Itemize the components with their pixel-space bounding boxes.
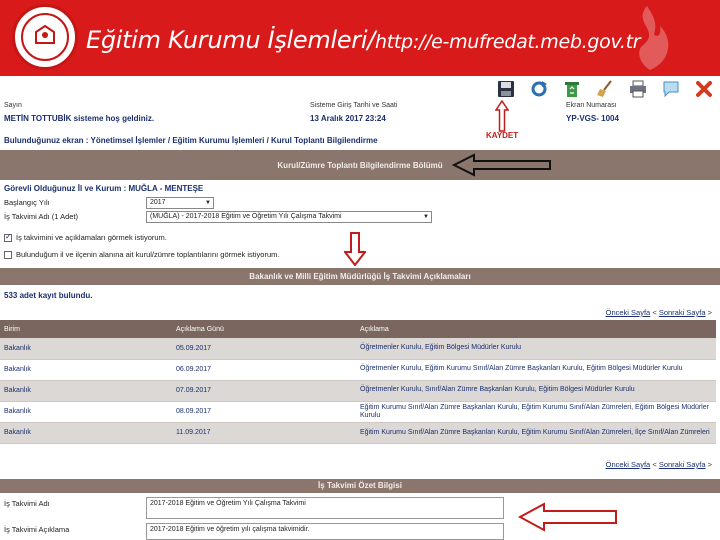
cell-desc: Eğitim Kurumu Sınıf/Alan Zümre Başkanlar… <box>356 422 716 444</box>
pager-tail: > <box>707 460 712 469</box>
recycle-icon <box>565 82 579 97</box>
recycle-button[interactable] <box>562 79 582 99</box>
cell-date: 05.09.2017 <box>172 338 356 360</box>
chevron-down-icon: ▼ <box>205 200 211 206</box>
header-title-text: Eğitim Kurumu İşlemleri/ <box>86 26 376 54</box>
start-year-select[interactable]: 2017 ▼ <box>146 197 214 209</box>
print-button[interactable] <box>628 79 648 99</box>
save-caption: KAYDET <box>486 131 519 140</box>
cell-unit: Bakanlık <box>0 380 172 402</box>
header-title: Eğitim Kurumu İşlemleri/http://e-mufreda… <box>86 26 641 54</box>
cell-desc: Öğretmenler Kurulu, Sınıf/Alan Zümre Baş… <box>356 380 716 402</box>
header-banner: Eğitim Kurumu İşlemleri/http://e-mufreda… <box>0 0 720 76</box>
cell-unit: Bakanlık <box>0 359 172 381</box>
cell-desc: Öğretmenler Kurulu, Eğitim Bölgesi Müdür… <box>356 338 716 360</box>
cell-date: 08.09.2017 <box>172 401 356 423</box>
col-header-desc[interactable]: Açıklama <box>356 320 716 338</box>
start-year-value: 2017 <box>150 199 166 206</box>
list-section-title: Bakanlık ve Milli Eğitim Müdürlüğü İş Ta… <box>249 272 471 281</box>
screen-number-label: Ekran Numarası <box>566 102 617 109</box>
greeting-value: METİN TOTTUBİK sisteme hoş geldiniz. <box>4 114 155 123</box>
summary-title: İş Takvimi Özet Bilgisi <box>318 481 402 490</box>
checkbox-row-2[interactable]: Bulunduğum il ve ilçenin alanına ait kur… <box>4 250 280 260</box>
cell-date: 11.09.2017 <box>172 422 356 444</box>
next-page-link[interactable]: Sonraki Sayfa <box>659 308 706 317</box>
section-title-bar: Kurul/Zümre Toplantı Bilgilendirme Bölüm… <box>0 150 720 180</box>
pager-sep: < <box>652 460 657 469</box>
clear-button[interactable] <box>595 79 615 99</box>
app-area: Sayın METİN TOTTUBİK sisteme hoş geldini… <box>0 76 720 540</box>
up-arrow-annotation <box>495 100 509 132</box>
table-row[interactable]: Bakanlık 07.09.2017 Öğretmenler Kurulu, … <box>0 380 716 402</box>
save-icon <box>498 81 514 97</box>
pager-top: Önceki Sayfa < Sonraki Sayfa > <box>606 308 712 317</box>
breadcrumb: Bulunduğunuz ekran : Yönetimsel İşlemler… <box>4 136 378 145</box>
pager-sep: < <box>652 308 657 317</box>
col-header-unit[interactable]: Birim <box>0 320 172 338</box>
cell-unit: Bakanlık <box>0 338 172 360</box>
meb-logo <box>12 4 78 70</box>
col-header-date[interactable]: Açıklama Günü <box>172 320 356 338</box>
show-local-meetings-label: Bulunduğum il ve ilçenin alanına ait kur… <box>16 250 280 259</box>
table-header-row: Birim Açıklama Günü Açıklama <box>0 320 716 338</box>
table-row[interactable]: Bakanlık 06.09.2017 Öğretmenler Kurulu, … <box>0 359 716 381</box>
login-label: Sisteme Giriş Tarihi ve Saati <box>310 102 398 109</box>
calendar-value: (MUĞLA) - 2017-2018 Eğitim ve Öğretim Yı… <box>150 213 342 220</box>
cell-date: 06.09.2017 <box>172 359 356 381</box>
toolbar <box>496 78 714 100</box>
down-arrow-annotation <box>344 232 366 266</box>
pager-bottom: Önceki Sayfa < Sonraki Sayfa > <box>606 460 712 469</box>
close-icon <box>696 81 712 97</box>
calendar-table: Birim Açıklama Günü Açıklama Bakanlık 05… <box>0 320 716 444</box>
table-row[interactable]: Bakanlık 05.09.2017 Öğretmenler Kurulu, … <box>0 338 716 360</box>
left-arrow-annotation-2 <box>518 502 617 532</box>
save-button[interactable] <box>496 79 516 99</box>
show-calendar-label: İş takvimini ve açıklamaları görmek isti… <box>16 233 167 242</box>
refresh-button[interactable] <box>529 79 549 99</box>
refresh-icon <box>531 81 547 97</box>
pager-tail: > <box>707 308 712 317</box>
checkbox-row-1[interactable]: İş takvimini ve açıklamaları görmek isti… <box>4 232 167 243</box>
cell-unit: Bakanlık <box>0 422 172 444</box>
calendar-label: İş Takvimi Adı (1 Adet) <box>4 212 79 221</box>
section-title: Kurul/Zümre Toplantı Bilgilendirme Bölüm… <box>277 161 443 170</box>
table-row[interactable]: Bakanlık 11.09.2017 Eğitim Kurumu Sınıf/… <box>0 422 716 444</box>
list-section-bar: Bakanlık ve Milli Eğitim Müdürlüğü İş Ta… <box>0 268 720 285</box>
summary-desc-field[interactable]: 2017-2018 Eğitim ve öğretim yılı çalışma… <box>146 523 504 540</box>
summary-name-field[interactable]: 2017-2018 Eğitim ve Öğretim Yılı Çalışma… <box>146 497 504 519</box>
broom-icon <box>597 80 612 97</box>
comment-icon <box>663 81 679 98</box>
cell-date: 07.09.2017 <box>172 380 356 402</box>
print-icon <box>630 80 646 98</box>
show-local-meetings-checkbox[interactable] <box>4 251 12 260</box>
session-info: Sayın METİN TOTTUBİK sisteme hoş geldini… <box>0 102 720 132</box>
summary-name-value: 2017-2018 Eğitim ve Öğretim Yılı Çalışma… <box>150 500 306 507</box>
summary-section-bar: İş Takvimi Özet Bilgisi <box>0 479 720 493</box>
header-url: http://e-mufredat.meb.gov.tr <box>375 31 641 53</box>
summary-desc-label: İş Takvimi Açıklama <box>4 525 70 534</box>
cell-unit: Bakanlık <box>0 401 172 423</box>
table-row[interactable]: Bakanlık 08.09.2017 Eğitim Kurumu Sınıf/… <box>0 401 716 423</box>
summary-desc-value: 2017-2018 Eğitim ve öğretim yılı çalışma… <box>150 526 310 533</box>
next-page-link[interactable]: Sonraki Sayfa <box>659 460 706 469</box>
show-calendar-checkbox[interactable] <box>4 232 12 243</box>
prev-page-link[interactable]: Önceki Sayfa <box>606 308 651 317</box>
left-arrow-annotation-1 <box>452 153 551 177</box>
summary-name-label: İş Takvimi Adı <box>4 499 50 508</box>
start-year-label: Başlangıç Yılı <box>4 198 50 207</box>
screen-number-value: YP-VGS- 1004 <box>566 114 619 123</box>
comment-button[interactable] <box>661 79 681 99</box>
login-value: 13 Aralık 2017 23:24 <box>310 114 386 123</box>
duty-line: Görevli Olduğunuz İl ve Kurum : MUĞLA - … <box>4 184 204 193</box>
cell-desc: Öğretmenler Kurulu, Eğitim Kurumu Sınıf/… <box>356 359 716 381</box>
calendar-select[interactable]: (MUĞLA) - 2017-2018 Eğitim ve Öğretim Yı… <box>146 211 432 223</box>
chevron-down-icon: ▼ <box>423 214 429 220</box>
greeting-label: Sayın <box>4 102 22 109</box>
prev-page-link[interactable]: Önceki Sayfa <box>606 460 651 469</box>
record-count: 533 adet kayıt bulundu. <box>4 291 93 300</box>
cell-desc: Eğitim Kurumu Sınıf/Alan Zümre Başkanlar… <box>356 401 716 423</box>
close-button[interactable] <box>694 79 714 99</box>
